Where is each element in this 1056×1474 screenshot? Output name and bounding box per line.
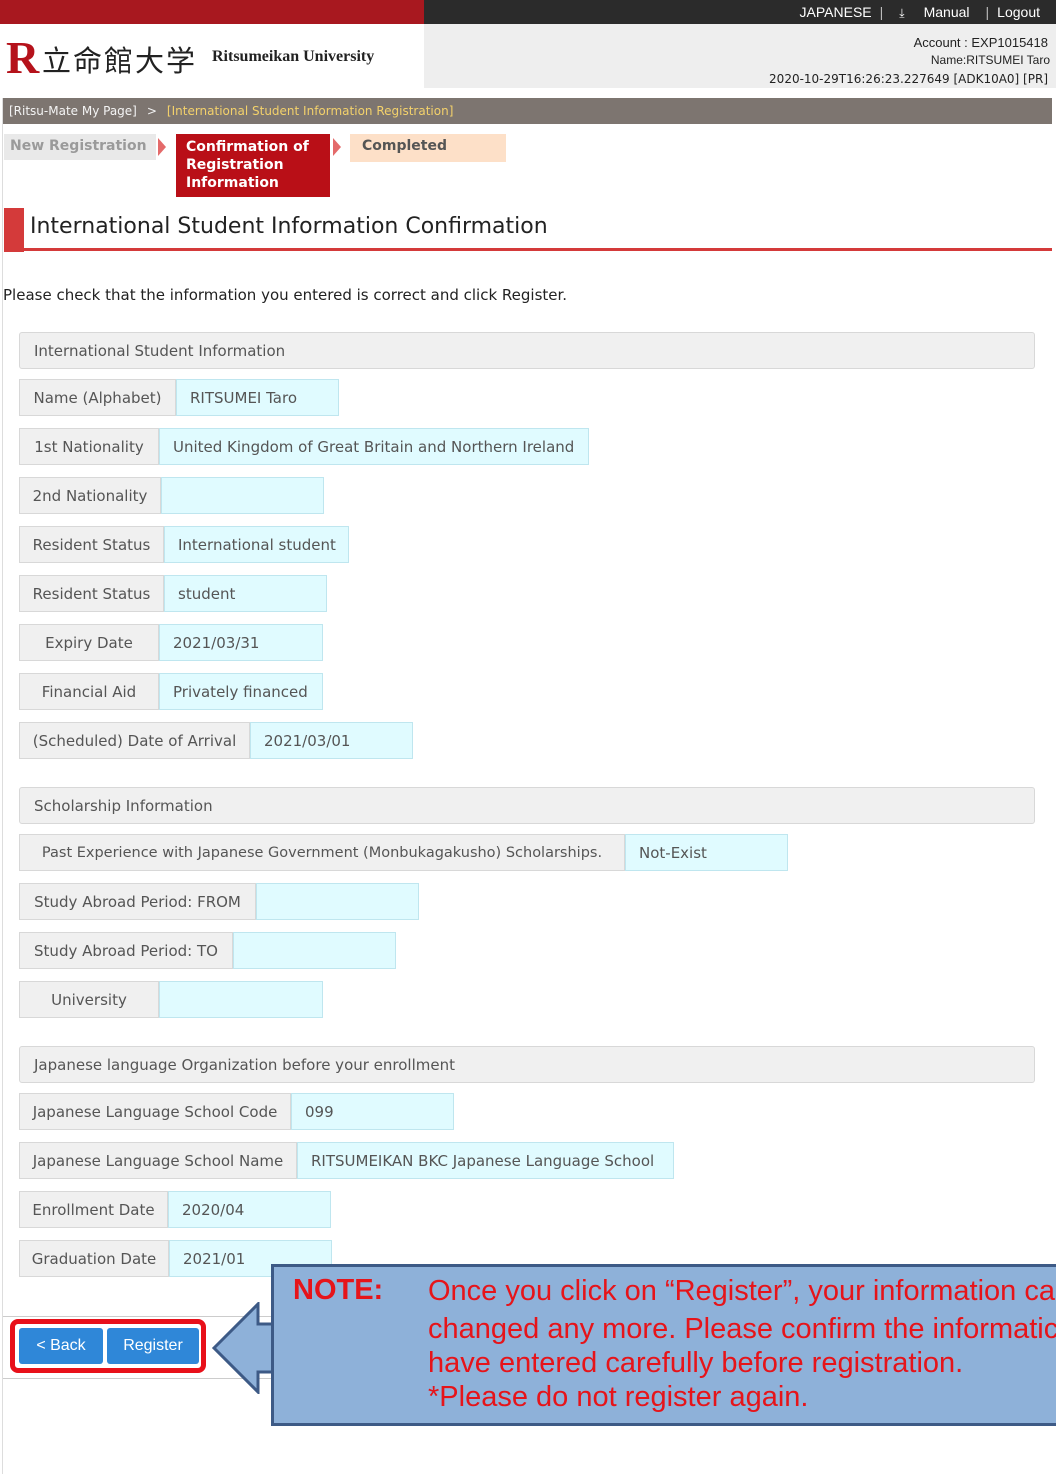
back-button[interactable]: < Back [19, 1328, 103, 1364]
instruction-text: Please check that the information you en… [3, 286, 568, 304]
field-value: 2021/03/31 [159, 624, 323, 661]
breadcrumb: [Ritsu-Mate My Page] > [International St… [3, 98, 1052, 124]
manual-link[interactable]: ⤓ Manual [883, 4, 985, 21]
row-past-scholarship: Past Experience with Japanese Government… [19, 834, 788, 871]
breadcrumb-separator: > [146, 104, 157, 118]
manual-label: Manual [923, 3, 970, 20]
row-study-abroad-to: Study Abroad Period: TO [19, 932, 396, 969]
field-value: RITSUMEIKAN BKC Japanese Language School [297, 1142, 674, 1179]
field-label: Japanese Language School Name [19, 1142, 297, 1179]
step-confirmation: Confirmation of Registration Information [176, 134, 330, 197]
note-message: Once you click on “Register”, your infor… [428, 1274, 1056, 1414]
field-value: United Kingdom of Great Britain and Nort… [159, 428, 589, 465]
account-panel: Account : EXP1015418 Name:RITSUMEI Taro … [424, 24, 1056, 88]
row-school-code: Japanese Language School Code 099 [19, 1093, 454, 1130]
field-label: Past Experience with Japanese Government… [19, 834, 625, 871]
language-link[interactable]: JAPANESE [792, 4, 880, 20]
logout-link[interactable]: Logout [989, 4, 1048, 20]
row-expiry-date: Expiry Date 2021/03/31 [19, 624, 323, 661]
row-university: University [19, 981, 323, 1018]
field-value [161, 477, 324, 514]
row-resident-status: Resident Status International student [19, 526, 349, 563]
row-arrival-date: (Scheduled) Date of Arrival 2021/03/01 [19, 722, 413, 759]
row-enrollment-date: Enrollment Date 2020/04 [19, 1191, 331, 1228]
field-label: Expiry Date [19, 624, 159, 661]
register-button[interactable]: Register [107, 1328, 199, 1364]
note-line: have entered carefully before registrati… [428, 1347, 964, 1379]
step-completed: Completed [350, 134, 506, 162]
field-value: Privately financed [159, 673, 323, 710]
row-1st-nationality: 1st Nationality United Kingdom of Great … [19, 428, 589, 465]
field-value: 099 [291, 1093, 454, 1130]
field-label: (Scheduled) Date of Arrival [19, 722, 250, 759]
field-value: student [164, 575, 327, 612]
download-icon: ⤓ [899, 5, 905, 20]
field-label: Enrollment Date [19, 1191, 168, 1228]
session-timestamp: 2020-10-29T16:26:23.227649 [ADK10A0] [PR… [769, 72, 1048, 86]
field-value: 2020/04 [168, 1191, 331, 1228]
row-financial-aid: Financial Aid Privately financed [19, 673, 323, 710]
topbar-brand-strip [0, 0, 424, 24]
university-logo-mark[interactable]: R [6, 35, 39, 81]
field-label: University [19, 981, 159, 1018]
step-arrow-icon [333, 138, 341, 156]
page-title: International Student Information Confir… [30, 214, 548, 239]
field-value [256, 883, 419, 920]
title-accent-bar [4, 208, 24, 252]
row-name: Name (Alphabet) RITSUMEI Taro [19, 379, 339, 416]
field-label: Resident Status [19, 575, 164, 612]
field-label: Graduation Date [19, 1240, 169, 1277]
callout-arrow-icon [212, 1302, 276, 1394]
note-line: *Please do not register again. [428, 1381, 809, 1413]
field-label: Japanese Language School Code [19, 1093, 291, 1130]
university-name-kanji: 立命館大学 [42, 44, 198, 78]
field-value: RITSUMEI Taro [176, 379, 339, 416]
step-arrow-icon [158, 138, 166, 156]
note-line: changed any more. Please confirm the inf… [428, 1313, 1056, 1345]
university-name-english: Ritsumeikan University [212, 48, 375, 65]
field-value [233, 932, 396, 969]
section-scholarship-info: Scholarship Information [19, 787, 1035, 824]
field-label: Resident Status [19, 526, 164, 563]
field-label: Study Abroad Period: FROM [19, 883, 256, 920]
row-school-name: Japanese Language School Name RITSUMEIKA… [19, 1142, 674, 1179]
section-japanese-language-org: Japanese language Organization before yo… [19, 1046, 1035, 1083]
note-title: NOTE: [293, 1274, 384, 1306]
field-value [159, 981, 323, 1018]
row-resident-status-2: Resident Status student [19, 575, 327, 612]
field-label: Study Abroad Period: TO [19, 932, 233, 969]
field-label: 2nd Nationality [19, 477, 161, 514]
account-id: Account : EXP1015418 [913, 35, 1048, 50]
note-line: Once you click on “Register”, your infor… [428, 1275, 1055, 1307]
step-new-registration: New Registration [4, 134, 156, 160]
row-study-abroad-from: Study Abroad Period: FROM [19, 883, 419, 920]
topbar: JAPANESE | ⤓ Manual | Logout [424, 0, 1056, 24]
field-label: Financial Aid [19, 673, 159, 710]
account-name: Name:RITSUMEI Taro [930, 53, 1050, 67]
field-label: 1st Nationality [19, 428, 159, 465]
row-2nd-nationality: 2nd Nationality [19, 477, 324, 514]
content-border [2, 98, 3, 1474]
breadcrumb-home-link[interactable]: [Ritsu-Mate My Page] [9, 104, 137, 118]
field-value: 2021/03/01 [250, 722, 413, 759]
breadcrumb-current: [International Student Information Regis… [166, 104, 454, 118]
field-label: Name (Alphabet) [19, 379, 176, 416]
field-value: International student [164, 526, 349, 563]
section-international-student-info: International Student Information [19, 332, 1035, 369]
title-underline [24, 248, 1052, 251]
field-value: Not-Exist [625, 834, 788, 871]
